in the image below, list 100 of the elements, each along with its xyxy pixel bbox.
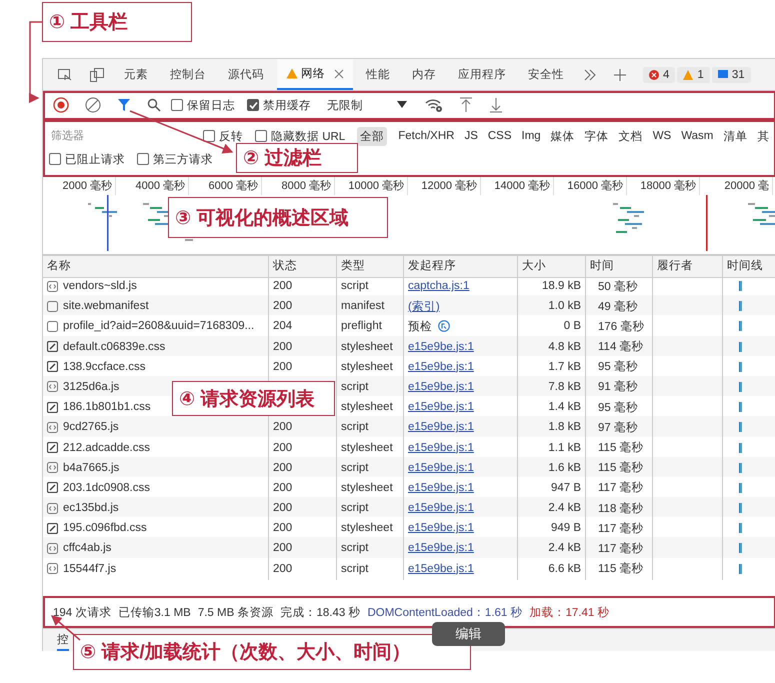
warning-icon: [286, 68, 298, 79]
initiator-link[interactable]: e15e9be.js:1: [408, 380, 474, 393]
type-filter-button[interactable]: 其: [754, 126, 772, 146]
column-header[interactable]: 时间线: [723, 256, 775, 277]
resource-size: 7.8 kB: [548, 380, 581, 393]
chevrons-icon[interactable]: [583, 68, 597, 82]
initiator-link[interactable]: e15e9be.js:1: [408, 360, 474, 373]
checkbox[interactable]: [49, 153, 61, 165]
column-header[interactable]: 履行者: [653, 256, 723, 277]
timeline-bar: [739, 382, 742, 392]
timeline-bar: [739, 543, 742, 554]
annotation-label: ③ 可视化的概述区域: [168, 197, 388, 238]
column-header[interactable]: 状态: [269, 256, 337, 277]
preflight-icon[interactable]: [438, 320, 450, 332]
file-name[interactable]: vendors~sld.js: [63, 280, 137, 292]
initiator-link[interactable]: e15e9be.js:1: [408, 562, 474, 575]
panel-tab[interactable]: 元素: [115, 59, 157, 90]
panel-tab[interactable]: 控制台: [161, 59, 215, 90]
type-filter-button[interactable]: JS: [461, 128, 481, 144]
type-filter-button[interactable]: 媒体: [548, 126, 578, 146]
file-name[interactable]: default.c06839e.css: [63, 340, 166, 353]
type-filter-button[interactable]: 文档: [616, 126, 646, 146]
file-name[interactable]: 186.1b801b1.css: [63, 401, 151, 414]
column-header[interactable]: 类型: [337, 256, 404, 277]
file-name[interactable]: profile_id?aid=2608&uuid=7168309...: [63, 320, 254, 332]
initiator-link[interactable]: e15e9be.js:1: [408, 502, 474, 514]
panel-tab[interactable]: 应用程序: [449, 59, 515, 90]
resource-type: script: [341, 562, 368, 575]
caret-icon[interactable]: [397, 101, 407, 109]
script-file-icon: [47, 563, 58, 574]
plus-icon[interactable]: [613, 68, 627, 82]
file-name[interactable]: 203.1dc0908.css: [63, 482, 150, 494]
initiator-link[interactable]: captcha.js:1: [408, 280, 470, 292]
checkbox[interactable]: [247, 99, 259, 111]
resource-size: 0 B: [564, 320, 581, 332]
file-name[interactable]: b4a7665.js: [63, 462, 120, 474]
issue-badge[interactable]: 31: [712, 66, 751, 82]
stylesheet-file-icon: [47, 341, 58, 352]
type-filter-button[interactable]: CSS: [484, 128, 515, 144]
panel-tab[interactable]: 安全性: [519, 59, 573, 90]
issue-badge[interactable]: 4: [643, 66, 676, 82]
filter-icon[interactable]: [117, 98, 131, 112]
initiator-link[interactable]: e15e9be.js:1: [408, 542, 474, 554]
stylesheet-file-icon: [47, 482, 58, 494]
resource-type: stylesheet: [341, 482, 393, 494]
column-header[interactable]: 名称: [43, 256, 269, 277]
checkbox-label: 第三方请求: [153, 152, 213, 166]
search-icon[interactable]: [147, 98, 161, 112]
initiator-link[interactable]: e15e9be.js:1: [408, 442, 474, 454]
file-name[interactable]: 138.9ccface.css: [63, 360, 146, 373]
download-icon[interactable]: [489, 97, 503, 113]
file-name[interactable]: 195.c096fbd.css: [63, 522, 147, 534]
type-filter-button[interactable]: WS: [650, 128, 674, 144]
script-file-icon: [47, 422, 58, 433]
column-header[interactable]: 大小: [518, 256, 586, 277]
type-filter-button[interactable]: Fetch/XHR: [395, 128, 458, 144]
initiator-link[interactable]: e15e9be.js:1: [408, 421, 474, 434]
column-header[interactable]: 时间: [586, 256, 653, 277]
drawer-tab[interactable]: 控: [57, 631, 69, 651]
file-name[interactable]: cffc4ab.js: [63, 542, 112, 554]
device-icon[interactable]: [89, 66, 105, 82]
type-filter-button[interactable]: 清单: [720, 126, 750, 146]
type-filter-button[interactable]: 全部: [357, 126, 388, 146]
file-name[interactable]: 212.adcadde.css: [63, 442, 150, 454]
panel-tab[interactable]: 性能: [357, 59, 399, 90]
resource-size: 1.7 kB: [548, 360, 581, 373]
checkbox[interactable]: [255, 130, 267, 142]
clear-icon[interactable]: [85, 97, 101, 113]
file-name[interactable]: 3125d6a.js: [63, 380, 120, 393]
file-name[interactable]: ec135bd.js: [63, 502, 119, 514]
type-filter-button[interactable]: Img: [518, 128, 544, 144]
initiator-link[interactable]: (索引): [408, 298, 440, 314]
stylesheet-file-icon: [47, 442, 58, 453]
upload-icon[interactable]: [459, 97, 473, 113]
issue-badge[interactable]: 1: [677, 66, 710, 82]
initiator-link[interactable]: e15e9be.js:1: [408, 462, 474, 474]
record-icon[interactable]: [53, 97, 69, 113]
file-name[interactable]: 9cd2765.js: [63, 421, 119, 434]
resource-size: 1.4 kB: [548, 401, 581, 414]
column-header[interactable]: 发起程序: [404, 256, 518, 277]
panel-tab[interactable]: 网络: [277, 59, 353, 90]
status-code: 200: [273, 300, 292, 312]
initiator-link[interactable]: e15e9be.js:1: [408, 340, 474, 353]
wifi-gear-icon[interactable]: [425, 97, 443, 113]
inspect-icon[interactable]: [57, 66, 73, 82]
throttling-dropdown[interactable]: 无限制: [323, 98, 393, 112]
file-name[interactable]: 15544f7.js: [63, 562, 116, 575]
checkbox[interactable]: [137, 153, 149, 165]
panel-tab[interactable]: 源代码: [219, 59, 273, 90]
checkbox[interactable]: [171, 99, 183, 111]
initiator-link[interactable]: e15e9be.js:1: [408, 522, 474, 534]
resource-size: 6.6 kB: [548, 562, 581, 575]
initiator-link[interactable]: e15e9be.js:1: [408, 482, 474, 494]
checkbox[interactable]: [203, 130, 215, 142]
type-filter-button[interactable]: Wasm: [678, 128, 716, 144]
type-filter-button[interactable]: 字体: [582, 126, 612, 146]
panel-tab[interactable]: 内存: [403, 59, 445, 90]
initiator-link[interactable]: e15e9be.js:1: [408, 401, 474, 414]
close-icon[interactable]: [334, 68, 344, 78]
file-name[interactable]: site.webmanifest: [63, 300, 149, 312]
